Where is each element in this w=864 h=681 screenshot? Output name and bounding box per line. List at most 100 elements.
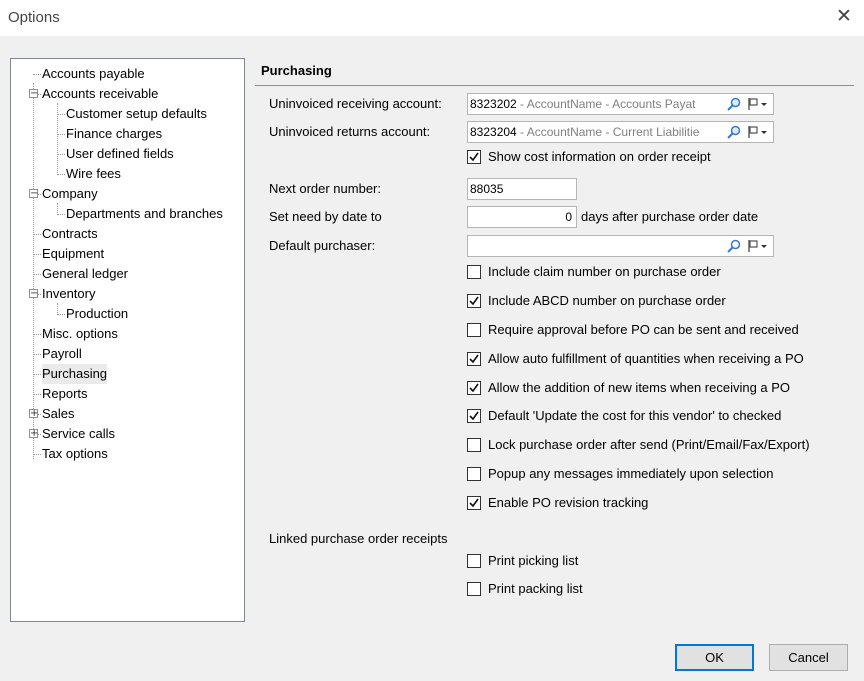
checkmark-icon (469, 296, 479, 306)
include-claim-number-checkbox[interactable] (467, 265, 481, 279)
tree-item-purchasing[interactable]: Purchasing (11, 364, 244, 384)
options-tree[interactable]: Accounts payable − Accounts receivable C… (10, 58, 245, 622)
cancel-button[interactable]: Cancel (769, 644, 848, 671)
default-update-cost-checkbox[interactable] (467, 409, 481, 423)
tree-item-company[interactable]: − Company (11, 184, 244, 204)
tree-item-label: Payroll (42, 346, 82, 361)
panel-title: Purchasing (261, 63, 332, 78)
account-number: 8323204 (470, 125, 517, 139)
collapse-icon[interactable]: − (29, 89, 38, 99)
tree-item-tax-options[interactable]: Tax options (11, 444, 244, 464)
uninvoiced-returns-label: Uninvoiced returns account: (269, 124, 431, 139)
tree-item-label: Contracts (42, 226, 98, 241)
checkmark-icon (469, 354, 479, 364)
include-abcd-number-label: Include ABCD number on purchase order (488, 293, 726, 308)
print-picking-list-checkbox[interactable] (467, 554, 481, 568)
allow-new-items-checkbox[interactable] (467, 381, 481, 395)
flag-dropdown-icon[interactable] (746, 96, 770, 112)
po-revision-tracking-checkbox[interactable] (467, 496, 481, 510)
po-revision-tracking-label: Enable PO revision tracking (488, 495, 649, 510)
tree-item-sales[interactable]: + Sales (11, 404, 244, 424)
tree-item-label: Reports (42, 386, 88, 401)
tree-item-label: Sales (42, 406, 75, 421)
account-name: - AccountName - Accounts Payat (516, 97, 696, 111)
tree-item-wire-fees[interactable]: Wire fees (11, 164, 244, 184)
auto-fulfillment-checkbox[interactable] (467, 352, 481, 366)
tree-item-label: Purchasing (42, 364, 108, 384)
checkmark-icon (469, 411, 479, 421)
tree-item-label: Finance charges (66, 126, 163, 141)
tree-item-finance-charges[interactable]: Finance charges (11, 124, 244, 144)
tree-item-accounts-payable[interactable]: Accounts payable (11, 64, 244, 84)
need-by-days-input[interactable]: 0 (467, 206, 577, 228)
tree-item-label: General ledger (42, 266, 128, 281)
checkmark-icon (469, 383, 479, 393)
need-by-label: Set need by date to (269, 209, 382, 224)
tree-item-departments-and-branches[interactable]: Departments and branches (11, 204, 244, 224)
print-picking-list-label: Print picking list (488, 553, 579, 568)
tree-item-label: Equipment (42, 246, 105, 261)
include-claim-number-label: Include claim number on purchase order (488, 264, 721, 279)
tree-item-service-calls[interactable]: + Service calls (11, 424, 244, 444)
uninvoiced-receiving-field[interactable]: 8323202 - AccountName - Accounts Payat (467, 93, 774, 115)
default-purchaser-field[interactable] (467, 235, 774, 257)
popup-messages-label: Popup any messages immediately upon sele… (488, 466, 774, 481)
tree-item-label: Service calls (42, 426, 115, 441)
tree-item-label: Inventory (42, 286, 96, 301)
auto-fulfillment-label: Allow auto fulfillment of quantities whe… (488, 351, 804, 366)
tree-item-equipment[interactable]: Equipment (11, 244, 244, 264)
tree-item-label: Wire fees (66, 166, 121, 181)
default-update-cost-label: Default 'Update the cost for this vendor… (488, 408, 782, 423)
tree-item-label: Company (42, 186, 98, 201)
tree-item-user-defined-fields[interactable]: User defined fields (11, 144, 244, 164)
show-cost-label: Show cost information on order receipt (488, 149, 711, 164)
search-icon[interactable] (726, 124, 742, 140)
window-title: Options (8, 9, 60, 26)
tree-item-reports[interactable]: Reports (11, 384, 244, 404)
require-approval-label: Require approval before PO can be sent a… (488, 322, 799, 337)
popup-messages-checkbox[interactable] (467, 467, 481, 481)
need-by-suffix: days after purchase order date (581, 209, 759, 224)
next-order-label: Next order number: (269, 181, 381, 196)
checkmark-icon (469, 152, 479, 162)
allow-new-items-label: Allow the addition of new items when rec… (488, 380, 791, 395)
lock-po-label: Lock purchase order after send (Print/Em… (488, 437, 810, 452)
tree-item-customer-setup-defaults[interactable]: Customer setup defaults (11, 104, 244, 124)
expand-icon[interactable]: + (29, 409, 38, 419)
tree-item-label: Production (66, 306, 129, 321)
collapse-icon[interactable]: − (29, 189, 38, 199)
tree-item-label: Departments and branches (66, 206, 223, 221)
tree-item-label: Tax options (42, 446, 108, 461)
tree-item-general-ledger[interactable]: General ledger (11, 264, 244, 284)
search-icon[interactable] (726, 238, 742, 254)
tree-item-production[interactable]: Production (11, 304, 244, 324)
flag-dropdown-icon[interactable] (746, 124, 770, 140)
tree-item-accounts-receivable[interactable]: − Accounts receivable (11, 84, 244, 104)
linked-receipts-label: Linked purchase order receipts (269, 531, 448, 546)
print-packing-list-checkbox[interactable] (467, 582, 481, 596)
lock-po-checkbox[interactable] (467, 438, 481, 452)
show-cost-checkbox[interactable] (467, 150, 481, 164)
tree-item-label: Customer setup defaults (66, 106, 207, 121)
require-approval-checkbox[interactable] (467, 323, 481, 337)
ok-button[interactable]: OK (675, 644, 754, 671)
uninvoiced-returns-field[interactable]: 8323204 - AccountName - Current Liabilit… (467, 121, 774, 143)
expand-icon[interactable]: + (29, 429, 38, 439)
include-abcd-number-checkbox[interactable] (467, 294, 481, 308)
uninvoiced-receiving-label: Uninvoiced receiving account: (269, 96, 442, 111)
flag-dropdown-icon[interactable] (746, 238, 770, 254)
account-name: - AccountName - Current Liabilitie (516, 125, 700, 139)
next-order-input[interactable]: 88035 (467, 178, 577, 200)
title-bar: Options ✕ (0, 0, 864, 36)
tree-item-contracts[interactable]: Contracts (11, 224, 244, 244)
search-icon[interactable] (726, 96, 742, 112)
default-purchaser-label: Default purchaser: (269, 238, 376, 253)
close-icon[interactable]: ✕ (834, 6, 854, 28)
tree-item-label: Misc. options (42, 326, 118, 341)
checkmark-icon (469, 498, 479, 508)
tree-item-inventory[interactable]: − Inventory (11, 284, 244, 304)
collapse-icon[interactable]: − (29, 289, 38, 299)
tree-item-label: Accounts payable (42, 66, 145, 81)
tree-item-misc-options[interactable]: Misc. options (11, 324, 244, 344)
tree-item-payroll[interactable]: Payroll (11, 344, 244, 364)
